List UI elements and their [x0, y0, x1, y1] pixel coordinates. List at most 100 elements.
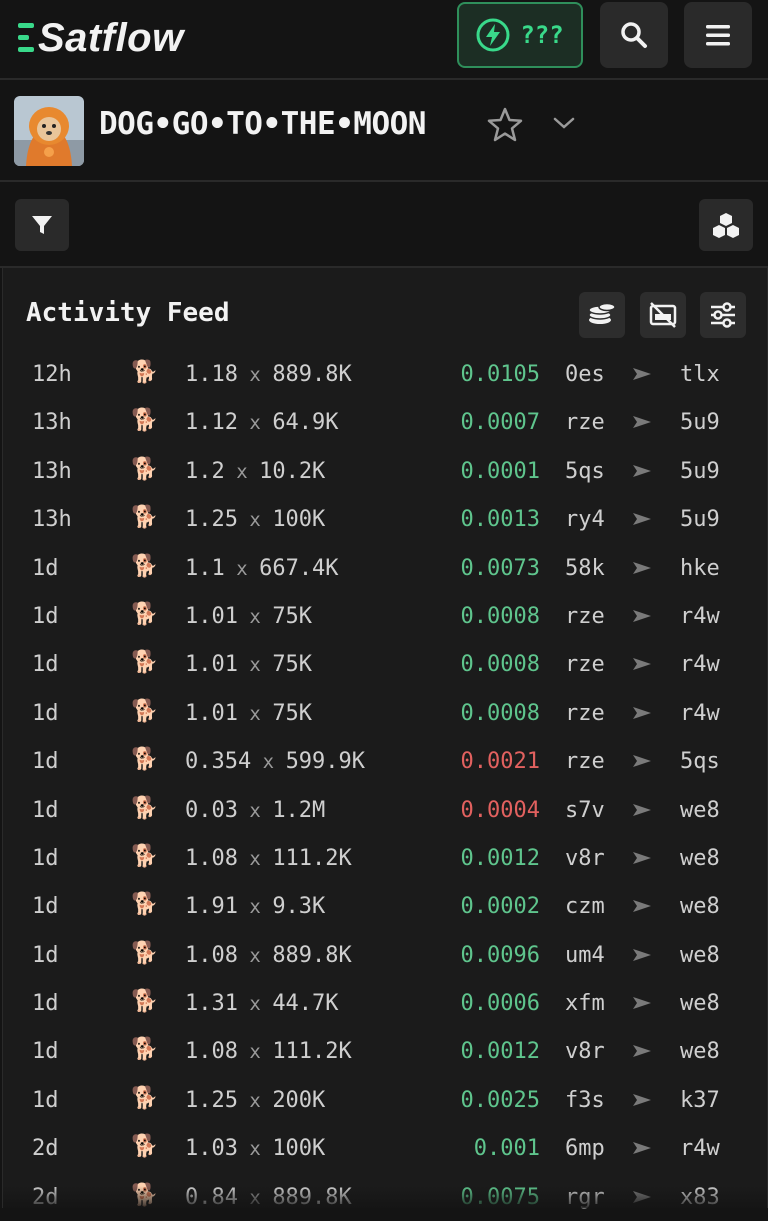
from-address[interactable]: 6mp: [565, 1136, 605, 1161]
activity-row[interactable]: 1d 🐕 1.08 x 889.8K 0.0096 um4 we8: [3, 931, 767, 979]
from-address[interactable]: rze: [565, 410, 605, 435]
activity-row[interactable]: 1d 🐕 1.01 x 75K 0.0008 rze r4w: [3, 592, 767, 640]
activity-total: 0.0001: [460, 458, 540, 484]
arrow-right-icon: [633, 416, 651, 429]
price-each: 1.25: [185, 1087, 238, 1113]
activity-row[interactable]: 1d 🐕 1.01 x 75K 0.0008 rze r4w: [3, 689, 767, 737]
activity-amount: 1.12 x 64.9K: [185, 410, 339, 435]
from-address[interactable]: 0es: [565, 362, 605, 387]
logo[interactable]: Satflow: [18, 14, 184, 62]
to-address[interactable]: 5u9: [680, 507, 720, 532]
activity-row[interactable]: 1d 🐕 0.354 x 599.9K 0.0021 rze 5qs: [3, 737, 767, 785]
to-address[interactable]: we8: [680, 798, 720, 823]
from-address[interactable]: rze: [565, 604, 605, 629]
activity-time: 1d: [32, 652, 59, 678]
search-button[interactable]: [600, 2, 668, 68]
times-sign: x: [237, 1089, 273, 1112]
from-address[interactable]: rze: [565, 652, 605, 677]
from-address[interactable]: czm: [565, 894, 605, 919]
from-address[interactable]: 5qs: [565, 459, 605, 484]
lightning-icon: [476, 18, 510, 52]
cubes-button[interactable]: [699, 199, 753, 251]
quantity: 111.2K: [272, 1039, 352, 1065]
activity-time: 2d: [32, 1136, 59, 1162]
to-address[interactable]: 5qs: [680, 749, 720, 774]
from-address[interactable]: xfm: [565, 991, 605, 1016]
filter-button[interactable]: [15, 199, 69, 251]
arrow-right-icon: [633, 609, 651, 622]
to-address[interactable]: tlx: [680, 362, 720, 387]
arrow-right-icon: [633, 851, 651, 864]
activity-row[interactable]: 2d 🐕 1.03 x 100K 0.001 6mp r4w: [3, 1124, 767, 1172]
dog-avatar-icon: [14, 96, 84, 166]
dog-icon: 🐕: [131, 1037, 159, 1063]
from-address[interactable]: s7v: [565, 798, 605, 823]
dog-icon: 🐕: [131, 747, 159, 773]
to-address[interactable]: we8: [680, 1039, 720, 1064]
from-address[interactable]: f3s: [565, 1088, 605, 1113]
from-address[interactable]: ry4: [565, 507, 605, 532]
to-address[interactable]: r4w: [680, 701, 720, 726]
activity-amount: 1.31 x 44.7K: [185, 991, 339, 1016]
from-address[interactable]: v8r: [565, 846, 605, 871]
activity-row[interactable]: 12h 🐕 1.18 x 889.8K 0.0105 0es tlx: [3, 350, 767, 398]
to-address[interactable]: we8: [680, 991, 720, 1016]
quantity: 75K: [272, 652, 313, 678]
price-each: 1.08: [185, 942, 238, 968]
collection-avatar[interactable]: [14, 96, 84, 166]
from-address[interactable]: rze: [565, 701, 605, 726]
menu-button[interactable]: [684, 2, 752, 68]
to-address[interactable]: we8: [680, 894, 720, 919]
to-address[interactable]: r4w: [680, 604, 720, 629]
price-each: 1.08: [185, 845, 238, 871]
chevron-down-icon[interactable]: [552, 114, 576, 132]
activity-row[interactable]: 1d 🐕 1.01 x 75K 0.0008 rze r4w: [3, 640, 767, 688]
from-address[interactable]: v8r: [565, 1039, 605, 1064]
to-address[interactable]: we8: [680, 846, 720, 871]
times-sign: x: [237, 509, 273, 532]
activity-row[interactable]: 1d 🐕 1.08 x 111.2K 0.0012 v8r we8: [3, 1027, 767, 1075]
to-address[interactable]: r4w: [680, 652, 720, 677]
activity-row[interactable]: 13h 🐕 1.25 x 100K 0.0013 ry4 5u9: [3, 495, 767, 543]
activity-row[interactable]: 1d 🐕 1.91 x 9.3K 0.0002 czm we8: [3, 882, 767, 930]
activity-row[interactable]: 13h 🐕 1.12 x 64.9K 0.0007 rze 5u9: [3, 398, 767, 446]
activity-row[interactable]: 1d 🐕 1.31 x 44.7K 0.0006 xfm we8: [3, 979, 767, 1027]
times-sign: x: [237, 364, 273, 386]
to-address[interactable]: r4w: [680, 1136, 720, 1161]
activity-total: 0.0008: [460, 603, 540, 629]
to-address[interactable]: 5u9: [680, 410, 720, 435]
to-address[interactable]: hke: [680, 556, 720, 581]
activity-list: 12h 🐕 1.18 x 889.8K 0.0105 0es tlx 13h 🐕 1.12 x …: [3, 350, 767, 1221]
times-sign: x: [237, 605, 273, 628]
price-each: 1.18: [185, 362, 238, 387]
quantity: 599.9K: [285, 749, 366, 775]
from-address[interactable]: 58k: [565, 556, 605, 581]
activity-row[interactable]: 1d 🐕 0.03 x 1.2M 0.0004 s7v we8: [3, 786, 767, 834]
quantity: 10.2K: [259, 458, 326, 484]
activity-total: 0.0096: [460, 942, 540, 968]
to-address[interactable]: we8: [680, 943, 720, 968]
activity-amount: 1.18 x 889.8K: [185, 362, 352, 387]
times-sign: x: [224, 460, 260, 483]
activity-row[interactable]: 1d 🐕 1.25 x 200K 0.0025 f3s k37: [3, 1076, 767, 1124]
from-address[interactable]: um4: [565, 943, 605, 968]
activity-row[interactable]: 1d 🐕 1.1 x 667.4K 0.0073 58k hke: [3, 544, 767, 592]
times-sign: x: [237, 1041, 273, 1064]
activity-amount: 1.1 x 667.4K: [185, 556, 339, 581]
star-icon[interactable]: [486, 106, 524, 144]
coins-button[interactable]: [579, 292, 625, 338]
sliders-button[interactable]: [700, 292, 746, 338]
activity-total: 0.0008: [460, 652, 540, 678]
activity-total: 0.0004: [460, 797, 540, 823]
quantity: 1.2M: [272, 797, 326, 823]
to-address[interactable]: k37: [680, 1088, 720, 1113]
power-button[interactable]: ???: [457, 2, 583, 68]
activity-row[interactable]: 1d 🐕 1.08 x 111.2K 0.0012 v8r we8: [3, 834, 767, 882]
filter-icon: [32, 216, 52, 234]
to-address[interactable]: 5u9: [680, 459, 720, 484]
activity-row[interactable]: 13h 🐕 1.2 x 10.2K 0.0001 5qs 5u9: [3, 447, 767, 495]
arrow-right-icon: [633, 561, 651, 574]
hide-listings-button[interactable]: [640, 292, 686, 338]
from-address[interactable]: rze: [565, 749, 605, 774]
search-icon: [621, 22, 647, 48]
